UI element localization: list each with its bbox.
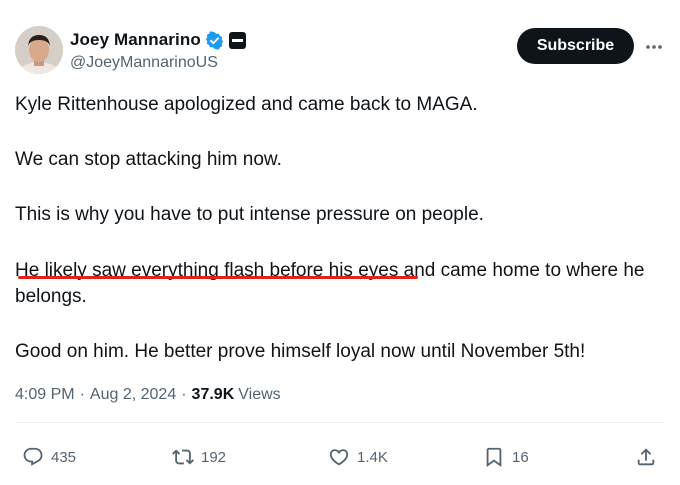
tweet-card: Joey Mannarino @JoeyMannarinoUS Subscrib… (0, 0, 680, 485)
subscribe-button[interactable]: Subscribe (517, 28, 634, 64)
divider (15, 422, 665, 423)
author-block: Joey Mannarino @JoeyMannarinoUS (70, 28, 246, 72)
red-underline (18, 276, 418, 279)
tweet-date[interactable]: Aug 2, 2024 (90, 386, 176, 404)
reply-icon (23, 447, 43, 466)
tweet-paragraph: We can stop attacking him now. (15, 149, 282, 170)
reply-count: 435 (51, 448, 77, 466)
like-icon (329, 449, 349, 466)
action-bar: 435 192 1.4K 16 (0, 440, 680, 474)
like-button[interactable]: 1.4K (328, 440, 388, 474)
handle[interactable]: @JoeyMannarinoUS (70, 54, 246, 72)
share-icon (637, 448, 655, 466)
bookmark-button[interactable]: 16 (483, 440, 529, 474)
views-label: Views (238, 386, 281, 403)
more-icon[interactable] (645, 40, 663, 52)
affiliation-badge-icon[interactable] (228, 31, 246, 49)
reply-button[interactable]: 435 (22, 440, 76, 474)
bookmark-count: 16 (512, 448, 529, 466)
avatar-image (15, 26, 63, 74)
name-row: Joey Mannarino (70, 28, 246, 52)
tweet-paragraph: Kyle Rittenhouse apologized and came bac… (15, 94, 478, 115)
tweet-time[interactable]: 4:09 PM (15, 386, 75, 404)
share-button[interactable] (635, 440, 657, 474)
repost-icon (172, 449, 194, 465)
like-count: 1.4K (357, 448, 388, 466)
repost-count: 192 (201, 448, 227, 466)
tweet-paragraph: This is why you have to put intense pres… (15, 204, 484, 225)
tweet-paragraph: Good on him. He better prove himself loy… (15, 341, 586, 362)
meta-separator: · (79, 386, 85, 403)
tweet-paragraph: He likely saw everything flash before hi… (15, 258, 665, 310)
avatar[interactable] (15, 26, 63, 74)
bookmark-icon (486, 447, 502, 468)
views-count[interactable]: 37.9K (192, 386, 235, 404)
display-name[interactable]: Joey Mannarino (70, 30, 201, 50)
tweet-meta: 4:09 PM · Aug 2, 2024 · 37.9K Views (15, 386, 281, 404)
repost-button[interactable]: 192 (172, 440, 226, 474)
verified-badge-icon[interactable] (205, 30, 224, 50)
meta-separator: · (181, 386, 187, 403)
